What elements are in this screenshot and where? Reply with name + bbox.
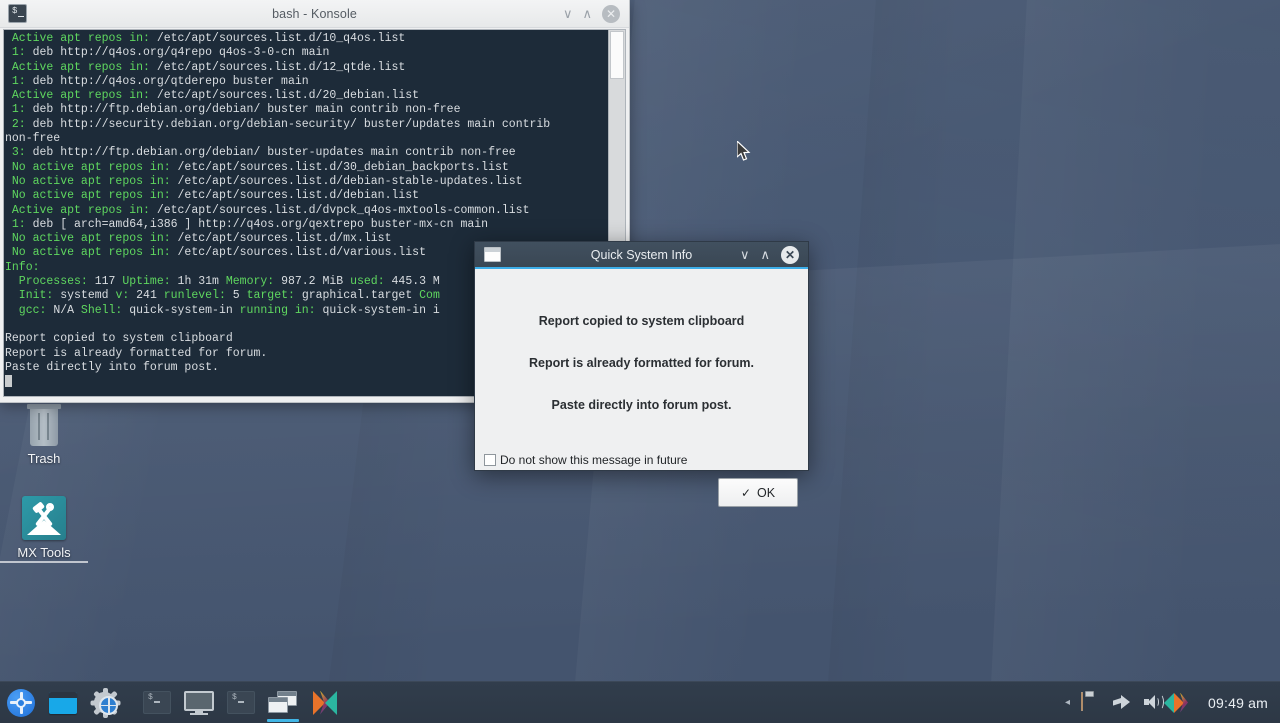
clock[interactable]: 09:49 am (1205, 695, 1268, 711)
trash-icon (0, 398, 88, 446)
terminal-line: No active apt repos in: /etc/apt/sources… (5, 174, 523, 188)
terminal-line: 1: deb http://q4os.org/qtderepo buster m… (5, 74, 309, 88)
quick-system-info-dialog[interactable]: Quick System Info ∨ ∧ ✕ Report copied to… (474, 241, 809, 507)
terminal-line: 3: deb http://ftp.debian.org/debian/ bus… (5, 146, 516, 160)
close-icon[interactable]: ✕ (781, 245, 799, 264)
terminal-thumb-icon (143, 691, 171, 714)
maximize-icon[interactable]: ∧ (760, 248, 770, 261)
taskbar-item-start-menu[interactable] (0, 682, 42, 723)
monitor-icon (184, 690, 214, 715)
taskbar[interactable]: ◂ 09:49 am (0, 681, 1280, 723)
terminal-line: Active apt repos in: /etc/apt/sources.li… (5, 89, 420, 103)
ok-button[interactable]: ✓ OK (718, 478, 798, 507)
window-blue-icon (49, 691, 77, 714)
taskbar-separator (126, 682, 136, 723)
close-icon[interactable]: ✕ (602, 4, 620, 23)
terminal-line: non-free (5, 132, 61, 146)
stacked-windows-icon (268, 690, 298, 715)
terminal-line: Active apt repos in: /etc/apt/sources.li… (5, 203, 530, 217)
arrow-tray-icon[interactable] (1112, 693, 1132, 713)
mxtools-icon (0, 492, 88, 540)
konsole-titlebar[interactable]: bash - Konsole ∨ ∧ ✕ (0, 0, 629, 28)
desktop-icon-label: Trash (27, 451, 61, 466)
terminal-line: 1: deb http://ftp.debian.org/debian/ bus… (5, 103, 461, 117)
minimize-icon[interactable]: ∨ (563, 7, 573, 20)
dialog-message-line-2: Report is already formatted for forum. (528, 356, 755, 370)
terminal-line: No active apt repos in: /etc/apt/sources… (5, 189, 420, 203)
taskbar-launchers[interactable] (0, 682, 346, 723)
taskbar-item-terminal-task[interactable] (136, 682, 178, 723)
desktop-icon-mx-tools[interactable]: MX Tools (0, 492, 88, 563)
terminal-line: No active apt repos in: /etc/apt/sources… (5, 160, 509, 174)
clipboard-tray-icon[interactable] (1081, 691, 1101, 713)
dialog-titlebar[interactable]: Quick System Info ∨ ∧ ✕ (475, 242, 808, 269)
dialog-message-line-3: Paste directly into forum post. (551, 398, 732, 412)
mx-logo-icon (313, 690, 337, 715)
tray-expand-icon[interactable]: ◂ (1065, 697, 1070, 708)
minimize-icon[interactable]: ∨ (740, 248, 750, 261)
terminal-line: 1: deb http://q4os.org/q4repo q4os-3-0-c… (5, 46, 330, 60)
scrollbar-thumb[interactable] (610, 31, 624, 79)
taskbar-item-display-task[interactable] (178, 682, 220, 723)
taskbar-item-terminal-task-2[interactable] (220, 682, 262, 723)
desktop-icon-trash[interactable]: Trash (0, 398, 88, 466)
terminal-thumb-icon (227, 691, 255, 714)
desktop-icon-label: MX Tools (0, 545, 88, 563)
terminal-icon (8, 4, 27, 23)
konsole-title: bash - Konsole (272, 6, 357, 21)
ok-button-label: OK (757, 485, 776, 500)
check-icon: ✓ (740, 485, 751, 500)
terminal-line: 2: deb http://security.debian.org/debian… (5, 117, 551, 131)
dialog-message-line-1: Report copied to system clipboard (538, 314, 745, 328)
terminal-line: Active apt repos in: /etc/apt/sources.li… (5, 60, 406, 74)
do-not-show-checkbox-row[interactable]: Do not show this message in future (484, 453, 687, 467)
terminal-line: 1: deb [ arch=amd64,i386 ] http://q4os.o… (5, 217, 489, 231)
terminal-line: Active apt repos in: /etc/apt/sources.li… (5, 32, 406, 45)
maximize-icon[interactable]: ∧ (582, 7, 592, 20)
taskbar-item-window-list-task[interactable] (262, 682, 304, 723)
volume-tray-icon[interactable] (1143, 693, 1165, 713)
start-orb-icon (7, 688, 35, 717)
do-not-show-label: Do not show this message in future (500, 453, 688, 467)
system-tray[interactable]: ◂ 09:49 am (1065, 682, 1280, 723)
taskbar-item-mx-tools-task[interactable] (304, 682, 346, 723)
gear-globe-icon (90, 687, 121, 718)
do-not-show-checkbox[interactable] (484, 454, 496, 466)
mx-tray-icon[interactable] (1164, 692, 1194, 713)
taskbar-item-file-manager[interactable] (42, 682, 84, 723)
taskbar-item-network-settings[interactable] (84, 682, 126, 723)
window-icon (484, 247, 501, 262)
dialog-body: Report copied to system clipboard Report… (475, 314, 808, 515)
